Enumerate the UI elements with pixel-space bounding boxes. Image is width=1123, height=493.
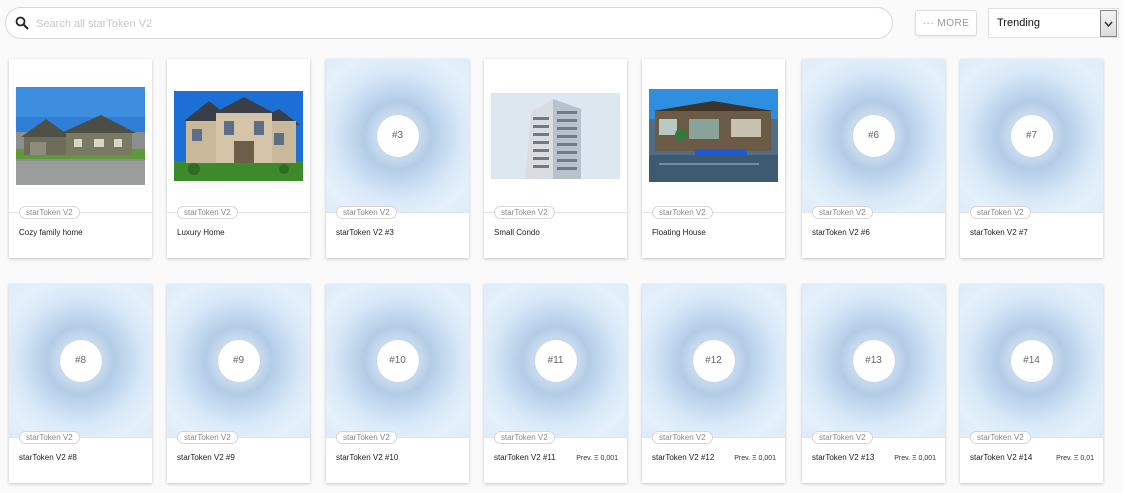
token-number-badge: #12 [692,339,735,382]
token-title: starToken V2 #11 [494,453,556,462]
token-title: starToken V2 #10 [336,453,399,462]
search-input[interactable] [36,14,876,34]
collection-chip[interactable]: starToken V2 [19,431,80,444]
collection-chip[interactable]: starToken V2 [812,206,873,219]
token-title: Cozy family home [19,228,83,237]
collection-chip[interactable]: starToken V2 [494,206,555,219]
collection-chip[interactable]: starToken V2 [177,431,238,444]
token-title: starToken V2 #9 [177,453,235,462]
previous-price: Prev. Ξ 0,001 [734,455,776,462]
token-card[interactable]: #8 starToken V2 starToken V2 #8 [9,284,152,483]
token-title: starToken V2 #7 [970,228,1028,237]
collection-chip[interactable]: starToken V2 [812,431,873,444]
token-card[interactable]: starToken V2 Floating House [642,59,785,258]
token-number-badge: #6 [852,114,895,157]
token-placeholder-image: #8 [9,284,152,437]
token-placeholder-image: #12 [642,284,785,437]
token-card[interactable]: #12 starToken V2 starToken V2 #12 Prev. Ξ 0… [642,284,785,483]
token-title: Floating House [652,228,706,237]
mansion-photo [167,59,310,212]
token-placeholder-image: #9 [167,284,310,437]
token-number-badge: #9 [217,339,260,382]
condo-photo [484,59,627,212]
token-placeholder-image: #14 [960,284,1103,437]
top-toolbar: ··· MORE Trending [0,0,1123,48]
token-number-badge: #11 [534,339,577,382]
token-card[interactable]: #3 starToken V2 starToken V2 #3 [326,59,469,258]
token-title: Small Condo [494,228,540,237]
previous-price: Prev. Ξ 0,001 [576,455,618,462]
token-placeholder-image: #3 [326,59,469,212]
chevron-down-icon[interactable] [1100,10,1117,37]
previous-price: Prev. Ξ 0,01 [1056,455,1094,462]
collection-chip[interactable]: starToken V2 [19,206,80,219]
more-button[interactable]: ··· MORE [915,10,977,36]
collection-chip[interactable]: starToken V2 [336,431,397,444]
token-number-badge: #8 [59,339,102,382]
token-card[interactable]: #10 starToken V2 starToken V2 #10 [326,284,469,483]
token-number-badge: #7 [1010,114,1053,157]
collection-chip[interactable]: starToken V2 [177,206,238,219]
collection-chip[interactable]: starToken V2 [970,206,1031,219]
token-placeholder-image: #6 [802,59,945,212]
sort-value: Trending [997,17,1041,29]
houseboat-photo [642,59,785,212]
token-title: starToken V2 #8 [19,453,77,462]
token-placeholder-image: #10 [326,284,469,437]
token-placeholder-image: #11 [484,284,627,437]
token-card[interactable]: #11 starToken V2 starToken V2 #11 Prev. Ξ 0… [484,284,627,483]
token-card[interactable]: starToken V2 Small Condo [484,59,627,258]
search-bar[interactable] [5,7,893,39]
token-number-badge: #3 [376,114,419,157]
search-icon [15,16,29,30]
token-title: starToken V2 #13 [812,453,875,462]
collection-chip[interactable]: starToken V2 [494,431,555,444]
token-title: starToken V2 #14 [970,453,1033,462]
house-photo [9,59,152,212]
collection-chip[interactable]: starToken V2 [336,206,397,219]
token-placeholder-image: #7 [960,59,1103,212]
token-title: starToken V2 #6 [812,228,870,237]
collection-chip[interactable]: starToken V2 [970,431,1031,444]
token-card[interactable]: starToken V2 Luxury Home [167,59,310,258]
collection-chip[interactable]: starToken V2 [652,431,713,444]
sort-select[interactable]: Trending [988,8,1119,38]
token-card[interactable]: #14 starToken V2 starToken V2 #14 Prev. Ξ 0… [960,284,1103,483]
token-card[interactable]: #7 starToken V2 starToken V2 #7 [960,59,1103,258]
collection-chip[interactable]: starToken V2 [652,206,713,219]
token-title: starToken V2 #12 [652,453,715,462]
token-number-badge: #10 [376,339,419,382]
token-number-badge: #13 [852,339,895,382]
token-card[interactable]: #13 starToken V2 starToken V2 #13 Prev. Ξ 0… [802,284,945,483]
token-card[interactable]: #9 starToken V2 starToken V2 #9 [167,284,310,483]
token-title: Luxury Home [177,228,225,237]
token-placeholder-image: #13 [802,284,945,437]
token-card[interactable]: #6 starToken V2 starToken V2 #6 [802,59,945,258]
previous-price: Prev. Ξ 0,001 [894,455,936,462]
token-number-badge: #14 [1010,339,1053,382]
token-card[interactable]: starToken V2 Cozy family home [9,59,152,258]
token-title: starToken V2 #3 [336,228,394,237]
